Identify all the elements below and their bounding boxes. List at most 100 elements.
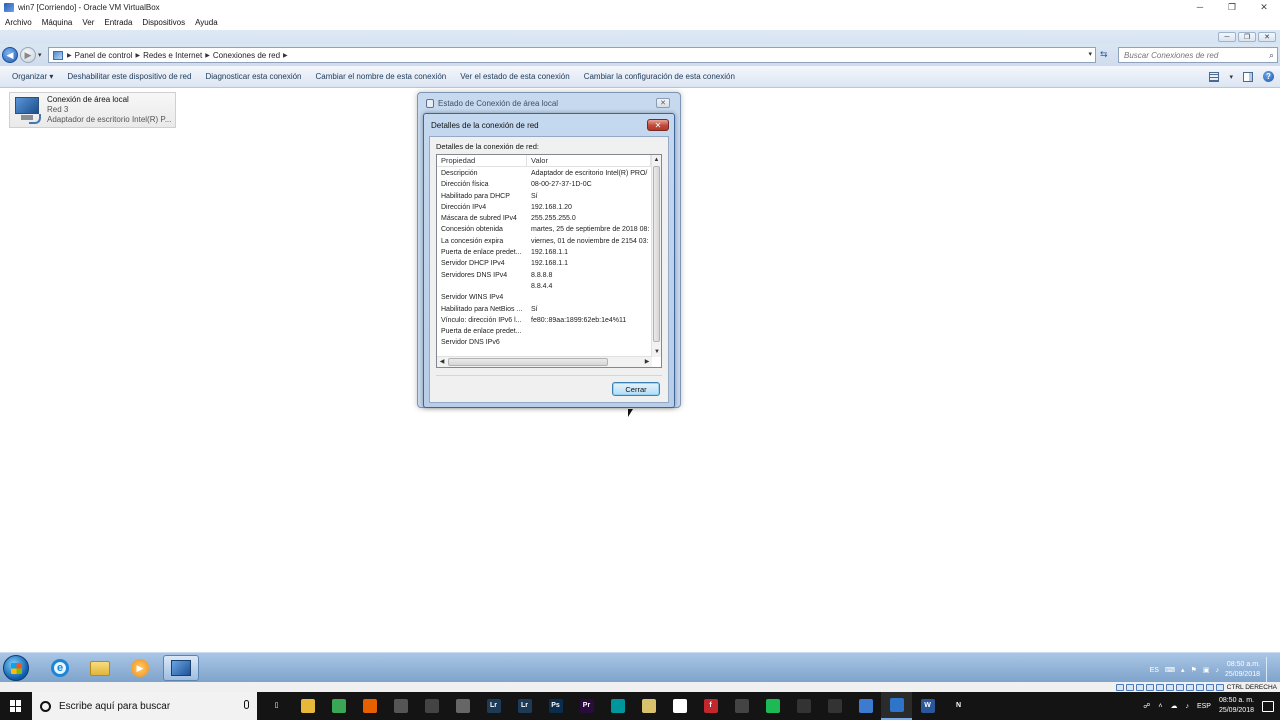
rename-connection-button[interactable]: Cambiar el nombre de esta conexión [310, 72, 453, 81]
host-taskbar-speedometer[interactable] [819, 692, 850, 720]
recent-pages-dropdown[interactable]: ▾ [38, 51, 42, 59]
shared-folders-icon[interactable] [1165, 683, 1174, 691]
host-search-box[interactable]: Escribe aquí para buscar [32, 692, 257, 720]
mouse-integration-icon[interactable] [1205, 683, 1214, 691]
breadcrumb-arrow-icon[interactable]: ▶ [67, 52, 72, 59]
host-taskbar-globe[interactable] [850, 692, 881, 720]
scroll-up-icon[interactable]: ▲ [652, 155, 661, 165]
explorer-minimize-button[interactable]: ─ [1218, 32, 1236, 42]
forward-button[interactable]: ▶ [20, 47, 36, 63]
address-dropdown-icon[interactable]: ▾ [1088, 50, 1092, 58]
details-row[interactable]: 8.8.4.4 [437, 281, 651, 292]
display-icon[interactable] [1175, 683, 1184, 691]
horizontal-scroll-thumb[interactable] [448, 358, 608, 366]
host-taskbar-lightroom-classic[interactable]: Lr [478, 692, 509, 720]
view-status-button[interactable]: Ver el estado de esta conexión [454, 72, 575, 81]
details-row[interactable]: Servidor WINS IPv4 [437, 292, 651, 303]
host-taskbar-calculator[interactable] [416, 692, 447, 720]
refresh-icon[interactable]: ⇆ [1100, 49, 1108, 60]
menu-ver[interactable]: Ver [77, 18, 99, 27]
scroll-right-icon[interactable]: ▶ [642, 357, 652, 367]
guest-taskbar-ie[interactable]: e [42, 655, 78, 681]
host-taskbar-task-view[interactable]: ▯ [261, 692, 292, 720]
onedrive-icon[interactable]: ☁ [1170, 702, 1177, 710]
guest-taskbar-network-connections[interactable] [163, 655, 199, 681]
usb-icon[interactable] [1155, 683, 1164, 691]
cpu-icon[interactable] [1195, 683, 1204, 691]
menu-archivo[interactable]: Archivo [0, 18, 37, 27]
scroll-left-icon[interactable]: ◀ [437, 357, 447, 367]
breadcrumb-panel-de-control[interactable]: Panel de control [75, 51, 133, 60]
details-dialog-close-icon[interactable]: ✕ [647, 119, 669, 131]
details-row[interactable]: Vínculo: dirección IPv6 l... fe80::89aa:1… [437, 315, 651, 326]
show-hidden-icons-icon[interactable]: ˄ [1158, 703, 1162, 710]
change-view-icon[interactable] [1209, 71, 1220, 82]
host-taskbar-phone[interactable] [726, 692, 757, 720]
action-center-flag-icon[interactable]: ⚑ [1191, 666, 1197, 674]
show-desktop-button[interactable] [1266, 657, 1274, 683]
menu-dispositivos[interactable]: Dispositivos [137, 18, 190, 27]
details-row[interactable]: Servidores DNS IPv4 8.8.8.8 [437, 270, 651, 281]
host-taskbar-flash[interactable]: f [695, 692, 726, 720]
host-taskbar-firefox[interactable] [354, 692, 385, 720]
search-input[interactable] [1124, 50, 1264, 60]
help-icon[interactable]: ? [1263, 71, 1274, 82]
details-row[interactable]: Descripción Adaptador de escritorio Intel… [437, 168, 651, 179]
keyboard-capture-icon[interactable] [1215, 683, 1224, 691]
optical-drive-icon[interactable] [1125, 683, 1134, 691]
network-icon[interactable]: ▣ [1203, 666, 1210, 674]
breadcrumb-redes-e-internet[interactable]: Redes e Internet [143, 51, 202, 60]
breadcrumb-arrow-icon[interactable]: ▶ [205, 52, 210, 59]
guest-taskbar-media-player[interactable]: ▶ [122, 655, 158, 681]
column-header-valor[interactable]: Valor [527, 155, 651, 166]
explorer-close-button[interactable]: ✕ [1258, 32, 1276, 42]
details-list[interactable]: Propiedad Valor Descripción Adaptador de … [436, 154, 662, 368]
organize-menu[interactable]: Organizar ▾ [6, 72, 59, 81]
host-taskbar-virtualbox[interactable] [881, 692, 912, 720]
host-taskbar-netflix[interactable]: N [943, 692, 974, 720]
hard-disk-icon[interactable] [1115, 683, 1124, 691]
notifications-icon[interactable] [1262, 700, 1274, 712]
back-button[interactable]: ◀ [2, 47, 18, 63]
column-header-propiedad[interactable]: Propiedad [437, 155, 527, 166]
host-language-indicator[interactable]: ESP [1197, 703, 1211, 710]
microphone-icon[interactable] [244, 700, 249, 709]
host-start-button[interactable] [0, 692, 32, 720]
vertical-scroll-thumb[interactable] [653, 166, 660, 342]
volume-icon[interactable]: ♪ [1215, 667, 1219, 674]
details-row[interactable]: Servidor DNS IPv6 [437, 337, 651, 348]
maximize-button[interactable]: ❐ [1216, 0, 1248, 14]
show-hidden-icons-icon[interactable]: ▴ [1181, 666, 1185, 674]
network-adapter-status-icon[interactable] [1145, 683, 1154, 691]
horizontal-scrollbar[interactable]: ◀ ▶ [437, 356, 652, 367]
host-taskbar-itunes[interactable] [664, 692, 695, 720]
address-bar[interactable]: ▶ Panel de control ▶ Redes e Internet ▶ … [48, 47, 1096, 63]
guest-taskbar-explorer[interactable] [82, 655, 118, 681]
details-row[interactable]: Habilitado para NetBios ... Sí [437, 304, 651, 315]
vertical-scrollbar[interactable]: ▲ ▼ [651, 155, 661, 357]
close-dialog-button[interactable]: Cerrar [612, 382, 660, 396]
host-taskbar-file-explorer[interactable] [292, 692, 323, 720]
host-taskbar-chrome[interactable] [323, 692, 354, 720]
search-box[interactable]: ⌕ [1118, 47, 1278, 63]
menu-maquina[interactable]: Máquina [37, 18, 78, 27]
host-taskbar-arduino[interactable] [602, 692, 633, 720]
host-taskbar-settings[interactable] [974, 692, 1005, 720]
breadcrumb-conexiones-de-red[interactable]: Conexiones de red [213, 51, 280, 60]
view-dropdown-icon[interactable]: ▾ [1229, 73, 1233, 81]
details-row[interactable]: La concesión expira viernes, 01 de noviem… [437, 236, 651, 247]
host-taskbar-camera[interactable] [447, 692, 478, 720]
host-volume-icon[interactable]: ♪ [1185, 703, 1189, 710]
explorer-restore-button[interactable]: ❐ [1238, 32, 1256, 42]
host-taskbar-premiere[interactable]: Pr [571, 692, 602, 720]
menu-entrada[interactable]: Entrada [99, 18, 137, 27]
status-dialog-close-icon[interactable]: ✕ [656, 98, 670, 108]
audio-icon[interactable] [1135, 683, 1144, 691]
guest-start-button[interactable] [3, 655, 29, 681]
breadcrumb-arrow-icon[interactable]: ▶ [135, 52, 140, 59]
scroll-down-icon[interactable]: ▼ [652, 347, 661, 357]
details-row[interactable]: Habilitado para DHCP Sí [437, 191, 651, 202]
preview-pane-icon[interactable] [1243, 71, 1253, 82]
connection-item[interactable]: Conexión de área local Red 3 Adaptador d… [9, 92, 176, 128]
details-row[interactable]: Máscara de subred IPv4 255.255.255.0 [437, 213, 651, 224]
